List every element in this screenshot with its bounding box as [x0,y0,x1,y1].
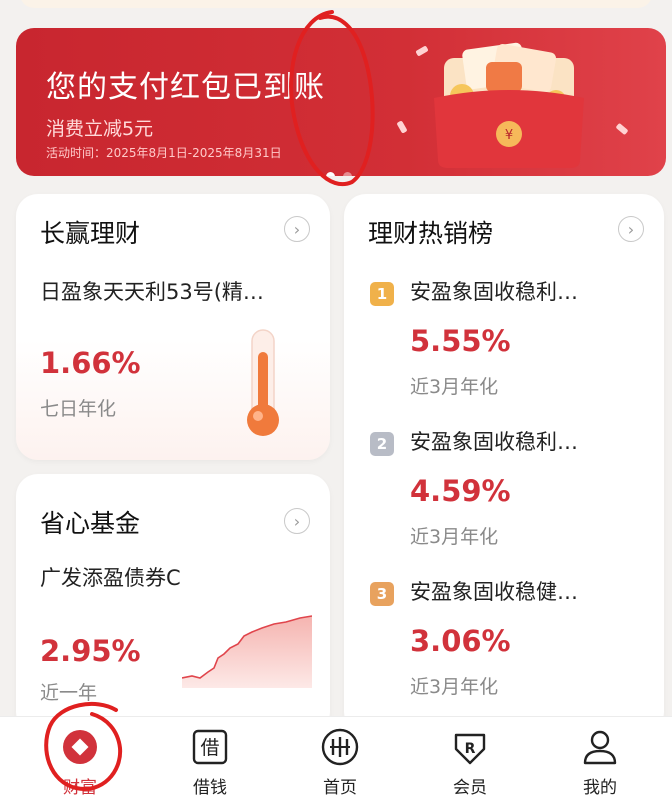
chevron-right-icon[interactable]: › [284,508,310,534]
product-name: 安盈象固收稳利… [410,430,578,454]
tab-label: 我的 [583,778,617,798]
carousel-dot [326,172,335,176]
tab-borrow[interactable]: 借 借钱 [160,717,260,800]
wealth-icon [63,730,97,764]
card-title: 理财热销榜 [368,219,494,248]
confetti-decoration [615,122,629,136]
rate-label: 近3月年化 [410,676,499,698]
bottom-tab-bar: 财富 借 借钱 首页 R 会员 我的 [0,716,672,800]
chevron-right-icon[interactable]: › [618,216,644,242]
red-envelope-icon: ¥ [434,42,584,168]
borrow-icon: 借 [192,729,228,765]
profile-icon [583,730,617,765]
rate-label: 近3月年化 [410,526,499,548]
product-rate: 4.59% [410,474,511,508]
rank-badge: 2 [370,432,394,456]
rate-label: 近一年 [40,682,98,704]
carousel-dots [326,172,352,176]
tab-label: 财富 [63,778,97,798]
card-hot-list[interactable]: 理财热销榜 › 1 安盈象固收稳利… 5.55% 近3月年化 2 安盈象固收稳利… [344,194,664,734]
borrow-glyph: 借 [200,737,219,759]
product-rate: 1.66% [40,346,141,380]
promo-banner[interactable]: 您的支付红包已到账 消费立减5元 活动时间：2025年8月1日-2025年8月3… [16,28,666,176]
confetti-decoration [396,120,408,134]
card-title: 省心基金 [40,509,141,538]
carousel-dot [343,172,352,176]
rank-badge: 1 [370,282,394,306]
product-rate: 2.95% [40,634,141,668]
tab-member[interactable]: R 会员 [420,717,520,800]
thermometer-icon [247,329,279,436]
svg-text:R: R [465,741,476,757]
chevron-right-icon[interactable]: › [284,216,310,242]
product-rate: 5.55% [410,324,511,358]
fund-trend-chart [182,615,312,688]
card-title: 长赢理财 [40,219,141,248]
rate-label: 七日年化 [40,398,117,420]
member-icon: R [454,733,486,765]
product-name: 安盈象固收稳利… [410,280,578,304]
banner-date: 活动时间：2025年8月1日-2025年8月31日 [46,146,282,160]
product-name: 日盈象天天利53号(精… [40,280,264,304]
rate-label: 近3月年化 [410,376,499,398]
top-strip [20,0,652,8]
tab-label: 借钱 [193,778,227,798]
banner-subtitle: 消费立减5元 [46,118,154,140]
tab-label: 首页 [323,778,357,798]
product-name: 广发添盈债券C [40,566,181,590]
tab-label: 会员 [453,778,487,798]
banner-title: 您的支付红包已到账 [46,70,325,105]
rank-badge: 3 [370,582,394,606]
product-name: 安盈象固收稳健… [410,580,578,604]
card-shengxin[interactable]: 省心基金 › 广发添盈债券C 2.95% 近一年 [16,474,330,734]
home-icon [321,728,359,766]
card-changying[interactable]: 长赢理财 › 日盈象天天利53号(精… 1.66% 七日年化 [16,194,330,460]
tab-wealth[interactable]: 财富 [30,717,130,800]
product-rate: 3.06% [410,624,511,658]
svg-text:¥: ¥ [505,128,513,143]
tab-profile[interactable]: 我的 [550,717,650,800]
tab-home[interactable]: 首页 [290,717,390,800]
